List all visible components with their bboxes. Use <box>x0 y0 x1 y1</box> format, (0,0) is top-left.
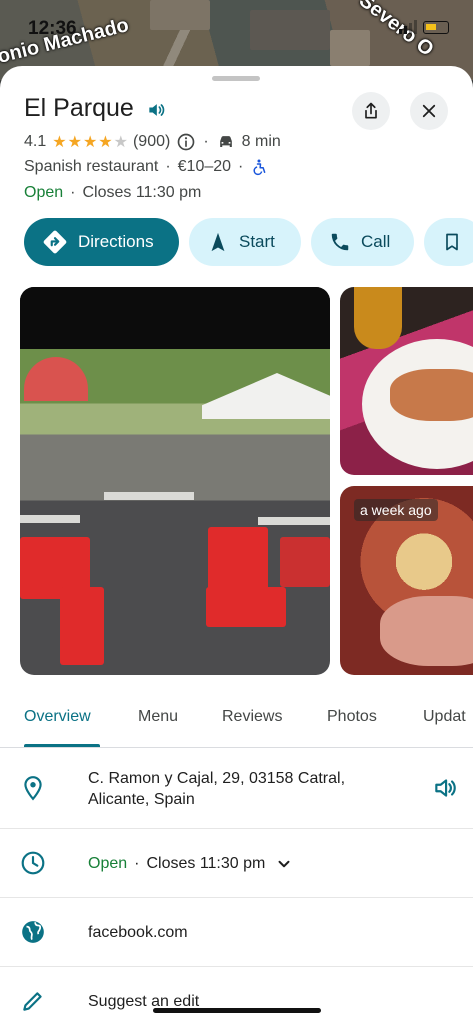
category: Spanish restaurant <box>24 158 159 175</box>
address-line-2: Alicante, Spain <box>88 791 195 808</box>
save-button[interactable] <box>424 218 473 266</box>
car-icon <box>216 132 236 152</box>
photo-table <box>20 515 80 523</box>
clock-icon <box>20 850 46 881</box>
photo-glass <box>354 287 402 349</box>
location-pin-icon <box>20 775 46 806</box>
action-chips: Directions Start Call <box>24 218 473 266</box>
start-label: Start <box>239 232 275 251</box>
hours-closing: Closes 11:30 pm <box>146 855 266 872</box>
place-sheet: El Parque 4.1 ★★★★★ (900) · 8 min Spanis… <box>0 66 473 1024</box>
map-building <box>250 10 330 50</box>
tab-photos[interactable]: Photos <box>327 708 377 726</box>
battery-icon <box>423 20 449 34</box>
close-button[interactable] <box>410 92 448 130</box>
active-tab-indicator <box>24 744 100 747</box>
suggest-edit-row[interactable]: Suggest an edit <box>0 967 473 1024</box>
map-building <box>150 0 210 30</box>
pencil-icon <box>20 988 46 1019</box>
globe-icon <box>20 919 46 950</box>
place-title: El Parque <box>24 94 134 122</box>
status-icons <box>399 20 449 34</box>
rating-value: 4.1 <box>24 133 47 150</box>
rating-row[interactable]: 4.1 ★★★★★ (900) · 8 min <box>24 132 281 152</box>
photo-dish[interactable] <box>340 287 473 475</box>
photo-chair <box>60 587 104 665</box>
phone-icon <box>331 233 349 251</box>
photo-chair <box>280 537 330 587</box>
share-button[interactable] <box>352 92 390 130</box>
photo-date-badge: a week ago <box>354 499 438 521</box>
tab-menu[interactable]: Menu <box>138 708 178 726</box>
hours-open-status: Open <box>88 855 128 872</box>
category-row: Spanish restaurant · €10–20 · <box>24 158 268 176</box>
home-indicator[interactable] <box>153 1008 321 1013</box>
photo-table <box>104 492 194 500</box>
photo-umbrella <box>202 373 330 419</box>
map-building <box>330 30 370 66</box>
photo-awning <box>20 287 330 349</box>
status-time: 12:36 <box>28 18 77 39</box>
call-label: Call <box>361 232 391 251</box>
info-icon[interactable] <box>176 132 196 152</box>
signal-icon <box>399 20 417 34</box>
chevron-down-icon[interactable] <box>275 855 293 873</box>
rating-stars: ★★★★★ <box>52 134 129 151</box>
separator-dot: · <box>134 855 140 872</box>
sheet-grabber[interactable] <box>212 76 260 81</box>
call-button[interactable]: Call <box>311 218 414 266</box>
speaker-icon[interactable] <box>146 100 166 125</box>
drive-time: 8 min <box>241 133 281 150</box>
photo-table <box>258 517 330 525</box>
separator-dot: · <box>70 184 76 201</box>
website-link[interactable]: facebook.com <box>88 922 188 943</box>
open-status: Open <box>24 184 64 201</box>
photo-playground <box>24 357 88 401</box>
share-icon <box>365 102 377 119</box>
tab-reviews[interactable]: Reviews <box>222 708 282 726</box>
close-icon <box>422 104 436 118</box>
price-range: €10–20 <box>177 158 232 175</box>
address-line-1: C. Ramon y Cajal, 29, 03158 Catral, <box>88 770 346 787</box>
separator-dot: · <box>165 158 171 175</box>
address-row[interactable]: C. Ramon y Cajal, 29, 03158 Catral, Alic… <box>0 749 473 829</box>
speaker-icon[interactable] <box>432 775 458 806</box>
website-row[interactable]: facebook.com <box>0 898 473 967</box>
closing-time: Closes 11:30 pm <box>82 184 202 201</box>
photo-food <box>390 369 473 421</box>
photo-chair <box>206 587 286 627</box>
tab-overview[interactable]: Overview <box>24 708 91 726</box>
bookmark-icon <box>446 233 458 251</box>
accessibility-icon <box>250 158 268 176</box>
photo-terrace[interactable] <box>20 287 330 675</box>
hours-summary[interactable]: Open · Closes 11:30 pm <box>24 184 201 202</box>
navigation-arrow-icon <box>211 232 225 252</box>
hours-row[interactable]: Open · Closes 11:30 pm <box>0 829 473 898</box>
separator-dot: · <box>203 133 209 150</box>
directions-button[interactable]: Directions <box>24 218 179 266</box>
photo-ham <box>380 596 473 666</box>
separator-dot: · <box>238 158 244 175</box>
tab-updates[interactable]: Updat <box>423 708 466 726</box>
tab-bar: Overview Menu Reviews Photos Updat <box>0 706 473 748</box>
directions-icon <box>43 230 67 254</box>
review-count: (900) <box>132 133 171 150</box>
start-button[interactable]: Start <box>189 218 301 266</box>
directions-label: Directions <box>78 232 154 251</box>
